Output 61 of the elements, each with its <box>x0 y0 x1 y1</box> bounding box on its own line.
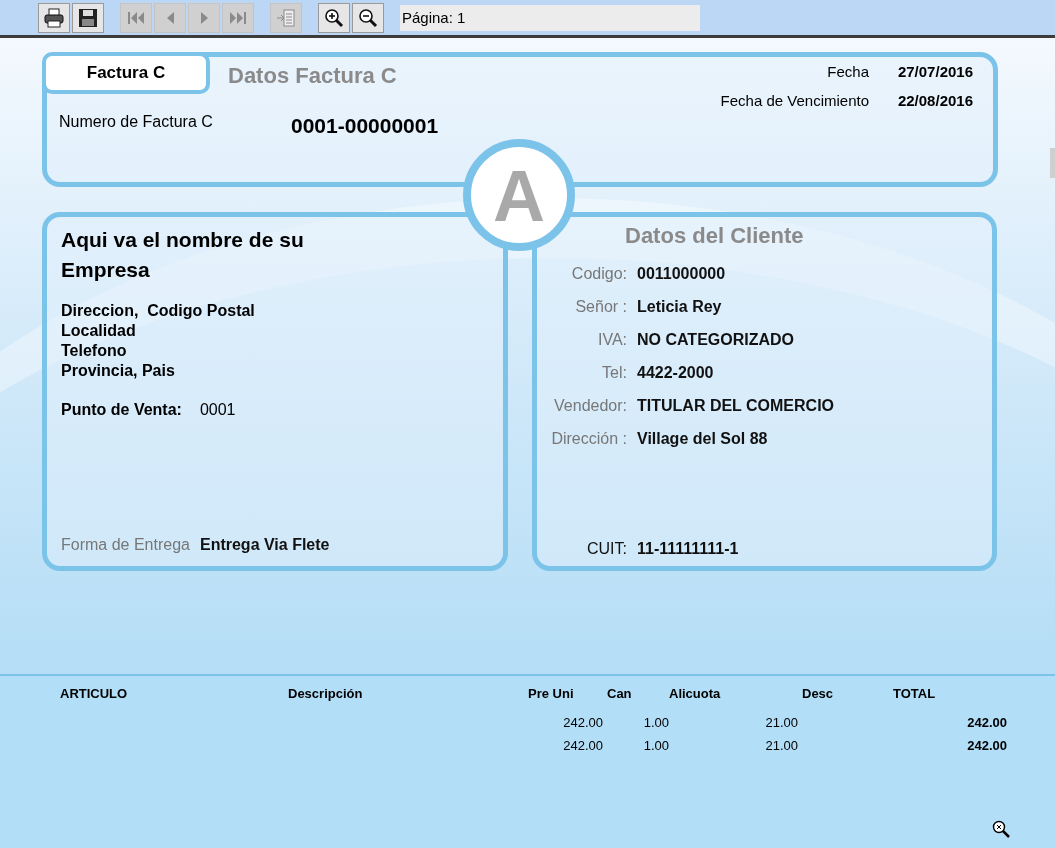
printer-icon <box>43 6 65 29</box>
print-button[interactable] <box>38 2 70 33</box>
invoice-letter-badge: A <box>463 139 575 251</box>
column-header: TOTAL <box>893 686 937 701</box>
column-header: Descripción <box>288 686 364 701</box>
table-cell-text: 242.00 <box>562 714 603 732</box>
table-cell-text: 1.00 <box>642 714 669 732</box>
client-field-value: 4422-2000 <box>637 364 715 382</box>
address-line: Direccion, Codigo Postal <box>61 301 256 321</box>
save-button[interactable] <box>72 2 104 33</box>
client-field-label: Dirección : <box>550 430 627 448</box>
client-field-value: Village del Sol 88 <box>637 430 769 448</box>
delivery-label: Forma de Entrega <box>61 536 190 554</box>
table-cell-text: 242.00 <box>966 737 1007 755</box>
column-header: Pre Uni <box>528 686 575 701</box>
company-name: Aqui va el nombre de su Empresa <box>61 227 305 283</box>
table-cell-text: 21.00 <box>764 714 798 732</box>
zoom-in-button[interactable] <box>318 2 350 33</box>
client-field-label: Señor : <box>574 298 627 316</box>
client-field-value: NO CATEGORIZADO <box>637 331 796 349</box>
address-line: Localidad <box>61 321 137 341</box>
address-line: Provincia, Pais <box>61 361 176 381</box>
column-header: Desc <box>801 686 835 701</box>
client-field-value: Leticia Rey <box>637 298 723 316</box>
table-cell-text: 1.00 <box>642 737 669 755</box>
point-of-sale-value: 0001 <box>199 401 236 419</box>
date-label: Fecha <box>827 63 869 80</box>
column-header: ARTICULO <box>60 686 129 701</box>
date-label: Fecha de Vencimiento <box>720 92 869 109</box>
delivery-value: Entrega Via Flete <box>199 536 330 554</box>
address-line: Telefono <box>61 341 128 361</box>
next-icon <box>199 10 209 25</box>
invoice-data-title: Datos Factura C <box>228 62 397 89</box>
client-field-label: Tel: <box>601 364 627 382</box>
scrollbar[interactable] <box>1050 148 1055 178</box>
client-field-label: Codigo: <box>570 265 627 283</box>
client-field-label: Vendedor: <box>553 397 627 415</box>
date-value: 27/07/2016 <box>896 63 973 80</box>
column-header: Alicuota <box>669 686 722 701</box>
zoom-in-icon <box>323 6 345 29</box>
date-value: 22/08/2016 <box>896 92 973 109</box>
cuit-label: CUIT: <box>586 540 627 558</box>
invoice-number-label: Numero de Factura C <box>59 113 214 131</box>
zoom-out-button[interactable] <box>352 2 384 33</box>
page-number-field[interactable]: Página: 1 <box>400 4 700 31</box>
client-field-value: 0011000000 <box>637 265 727 283</box>
client-field-label: IVA: <box>596 331 627 349</box>
invoice-number: 0001-00000001 <box>291 114 439 138</box>
column-header: Can <box>606 686 633 701</box>
client-data-title: Datos del Cliente <box>625 223 805 249</box>
zoom-out-icon <box>357 6 379 29</box>
table-cell-text: 21.00 <box>764 737 798 755</box>
document-arrow-icon <box>275 6 297 29</box>
table-cell-text: 242.00 <box>562 737 603 755</box>
point-of-sale-label: Punto de Venta: <box>61 401 182 419</box>
table-cell-text: 242.00 <box>966 714 1007 732</box>
invoice-type-label: Factura C <box>42 52 210 94</box>
previous-icon <box>165 10 175 25</box>
magnifier-cursor-icon <box>992 820 1010 838</box>
client-field-value: TITULAR DEL COMERCIO <box>637 397 836 415</box>
cuit-value: 11-11111111-1 <box>637 540 739 558</box>
